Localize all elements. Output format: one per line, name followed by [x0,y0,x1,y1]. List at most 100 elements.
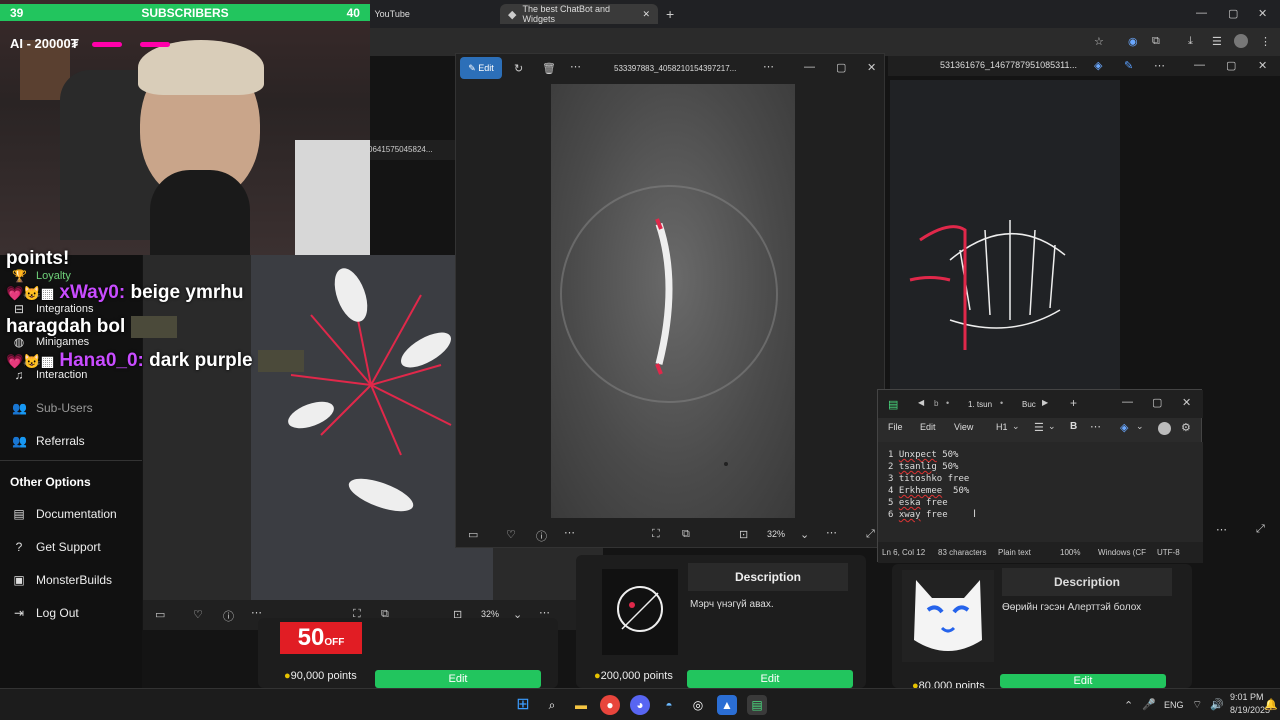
collections-icon[interactable]: ☰ [1212,35,1222,48]
notepad-editor[interactable]: 1 Unxpect 50% 2 tsanlig 50% 3 titoshko f… [878,442,1203,542]
language-indicator[interactable]: ENG [1164,700,1184,710]
zoom-icon[interactable]: ⊡ [739,528,748,541]
chrome-icon[interactable]: ● [600,695,620,715]
chat-message: beige ymrhu [130,282,244,303]
menu-view[interactable]: View [954,422,973,432]
notepad-taskbar-icon[interactable]: ▤ [747,695,767,715]
edit-button[interactable]: Edit [1000,674,1166,688]
chat-line: haragdah bol [6,316,177,338]
windows-start-icon[interactable]: ⊞ [513,695,533,715]
compare-icon[interactable]: ⧉ [682,528,690,541]
gear-icon[interactable]: ⚙ [1181,421,1191,434]
close-icon[interactable]: ✕ [867,61,876,74]
heart-icon[interactable]: ♡ [506,528,516,541]
menu-file[interactable]: File [888,422,903,432]
info-icon[interactable]: ⓘ [536,528,547,544]
zoom-level[interactable]: 32% [767,529,785,539]
tab-fragment[interactable]: b [934,399,938,408]
tab-chatbot[interactable]: ◆ The best ChatBot and Widgets ✕ [500,4,658,24]
fit-icon[interactable]: ⛶ [652,528,660,541]
sidebar-item-sub-users[interactable]: 👥 Sub-Users [12,401,93,415]
subscriber-goal-bar: 39 SUBSCRIBERS 40 [0,4,370,21]
more-icon[interactable]: ⋯ [564,526,575,539]
more-icon[interactable]: ⋯ [251,606,262,619]
photos-icon[interactable]: ▲ [717,695,737,715]
minimize-icon[interactable]: — [1122,396,1133,408]
more-icon[interactable]: ⋯ [1090,420,1101,433]
filmstrip-icon[interactable]: ▭ [155,608,165,621]
more-icon[interactable]: ⋯ [763,60,774,73]
sidebar-item-monsterbuilds[interactable]: ▣ MonsterBuilds [12,573,112,587]
copilot-icon[interactable]: ◈ [1094,59,1102,72]
sidebar-item-referrals[interactable]: 👥 Referrals [12,434,85,448]
discord-icon[interactable]: ◕ [630,695,650,715]
chevron-down-icon[interactable]: ⌄ [800,528,809,541]
bold-icon[interactable]: B [1070,421,1077,432]
heart-icon[interactable]: ♡ [193,608,203,621]
more-icon[interactable]: ⋯ [1216,523,1227,536]
edit-button[interactable]: Edit [687,670,853,688]
notification-bell-icon[interactable]: 🔔 [1264,698,1278,711]
maximize-icon[interactable]: ▢ [836,61,846,74]
menu-edit[interactable]: Edit [920,422,936,432]
restore-icon[interactable]: ▢ [1228,7,1238,20]
info-icon[interactable]: ⓘ [223,608,234,624]
maximize-icon[interactable]: ▢ [1226,59,1236,72]
expand-icon[interactable]: ⤢ [866,528,875,541]
chevron-down-icon[interactable]: ⌄ [1012,421,1020,432]
microphone-icon[interactable]: 🎤 [1142,698,1156,711]
chevron-down-icon[interactable]: ⌄ [1048,421,1056,432]
edit-button[interactable]: ✎ Edit [460,57,502,79]
close-icon[interactable]: ✕ [642,9,650,20]
ai-price-label: AI - 20000₮ [10,36,79,51]
new-tab-icon[interactable]: + [1070,396,1077,410]
sidebar-item-documentation[interactable]: ▤ Documentation [12,507,116,521]
sidebar-item-loyalty[interactable]: 🏆 Loyalty [12,269,71,283]
trash-icon[interactable]: 🗑 [542,62,556,75]
edit-button[interactable]: Edit [375,670,541,688]
close-icon[interactable]: ✕ [1258,59,1267,72]
profile-avatar[interactable] [1234,34,1248,48]
maximize-icon[interactable]: ▢ [1152,396,1162,409]
designer-icon[interactable]: ✎ [1124,59,1133,72]
chevron-down-icon[interactable]: ⌄ [1136,421,1144,432]
download-icon[interactable]: ⤓ [1188,35,1193,48]
wifi-icon[interactable]: ⌔ [1192,698,1202,712]
minimize-icon[interactable]: — [1194,59,1205,71]
minimize-icon[interactable]: — [804,61,815,73]
star-icon[interactable]: ☆ [1094,35,1104,48]
tab-scroll-right-icon[interactable]: ▶ [1042,398,1048,407]
expand-icon[interactable]: ⤢ [1256,523,1265,536]
list-icon[interactable]: ☰ [1034,421,1044,434]
read-aloud-icon[interactable]: ◉ [1128,35,1138,48]
sidebar-item-log-out[interactable]: ⇥ Log Out [12,606,79,620]
more-icon[interactable]: ⋮ [1260,35,1271,48]
sidebar-item-integrations[interactable]: ⊟ Integrations [12,302,94,316]
heading-dropdown[interactable]: H1 [996,422,1008,432]
new-tab-icon[interactable]: + [666,6,674,22]
clock-time[interactable]: 9:01 PM [1230,692,1264,702]
steam-icon[interactable]: ◓ [659,695,679,715]
more-icon[interactable]: ⋯ [826,526,837,539]
sidebar-item-get-support[interactable]: ? Get Support [12,540,101,554]
more-icon[interactable]: ⋯ [570,60,581,73]
notepad-tab[interactable]: 1. tsun [968,400,992,409]
close-window-icon[interactable]: ✕ [1258,7,1267,20]
obs-icon[interactable]: ◎ [688,695,708,715]
extensions-icon[interactable]: ⧉ [1152,35,1160,48]
file-explorer-icon[interactable]: ▬ [571,695,591,715]
account-avatar[interactable] [1158,422,1171,435]
close-icon[interactable]: ✕ [1182,396,1191,409]
rotate-icon[interactable]: ↻ [514,62,523,75]
search-icon[interactable]: ⌕ [542,695,562,715]
notepad-tab[interactable]: Buc [1022,400,1036,409]
volume-icon[interactable]: 🔊 [1210,698,1224,711]
filmstrip-icon[interactable]: ▭ [468,528,478,541]
minimize-icon[interactable]: — [1196,7,1207,19]
more-icon[interactable]: ⋯ [1154,59,1165,72]
copilot-icon[interactable]: ◈ [1120,421,1128,434]
line-value: 50% [942,462,959,472]
chevron-up-icon[interactable]: ⌃ [1124,699,1133,712]
tab-scroll-left-icon[interactable]: ◀ [918,398,924,407]
line-name: Erkhemee [898,486,943,496]
